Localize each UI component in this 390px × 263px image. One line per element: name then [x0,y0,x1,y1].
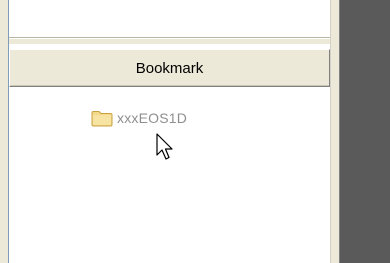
dark-side-pane [340,0,390,263]
bookmark-item-label: xxxEOS1D [117,110,188,126]
pane-splitter[interactable] [9,38,330,44]
right-window-border [330,0,340,263]
bookmark-header[interactable]: Bookmark [9,49,330,87]
bookmark-list: xxxEOS1D [9,87,330,263]
bookmark-header-label: Bookmark [135,59,204,77]
folder-icon [91,109,113,127]
bookmark-item[interactable]: xxxEOS1D [91,108,187,128]
left-window-border [0,0,9,263]
top-pane [9,0,330,38]
